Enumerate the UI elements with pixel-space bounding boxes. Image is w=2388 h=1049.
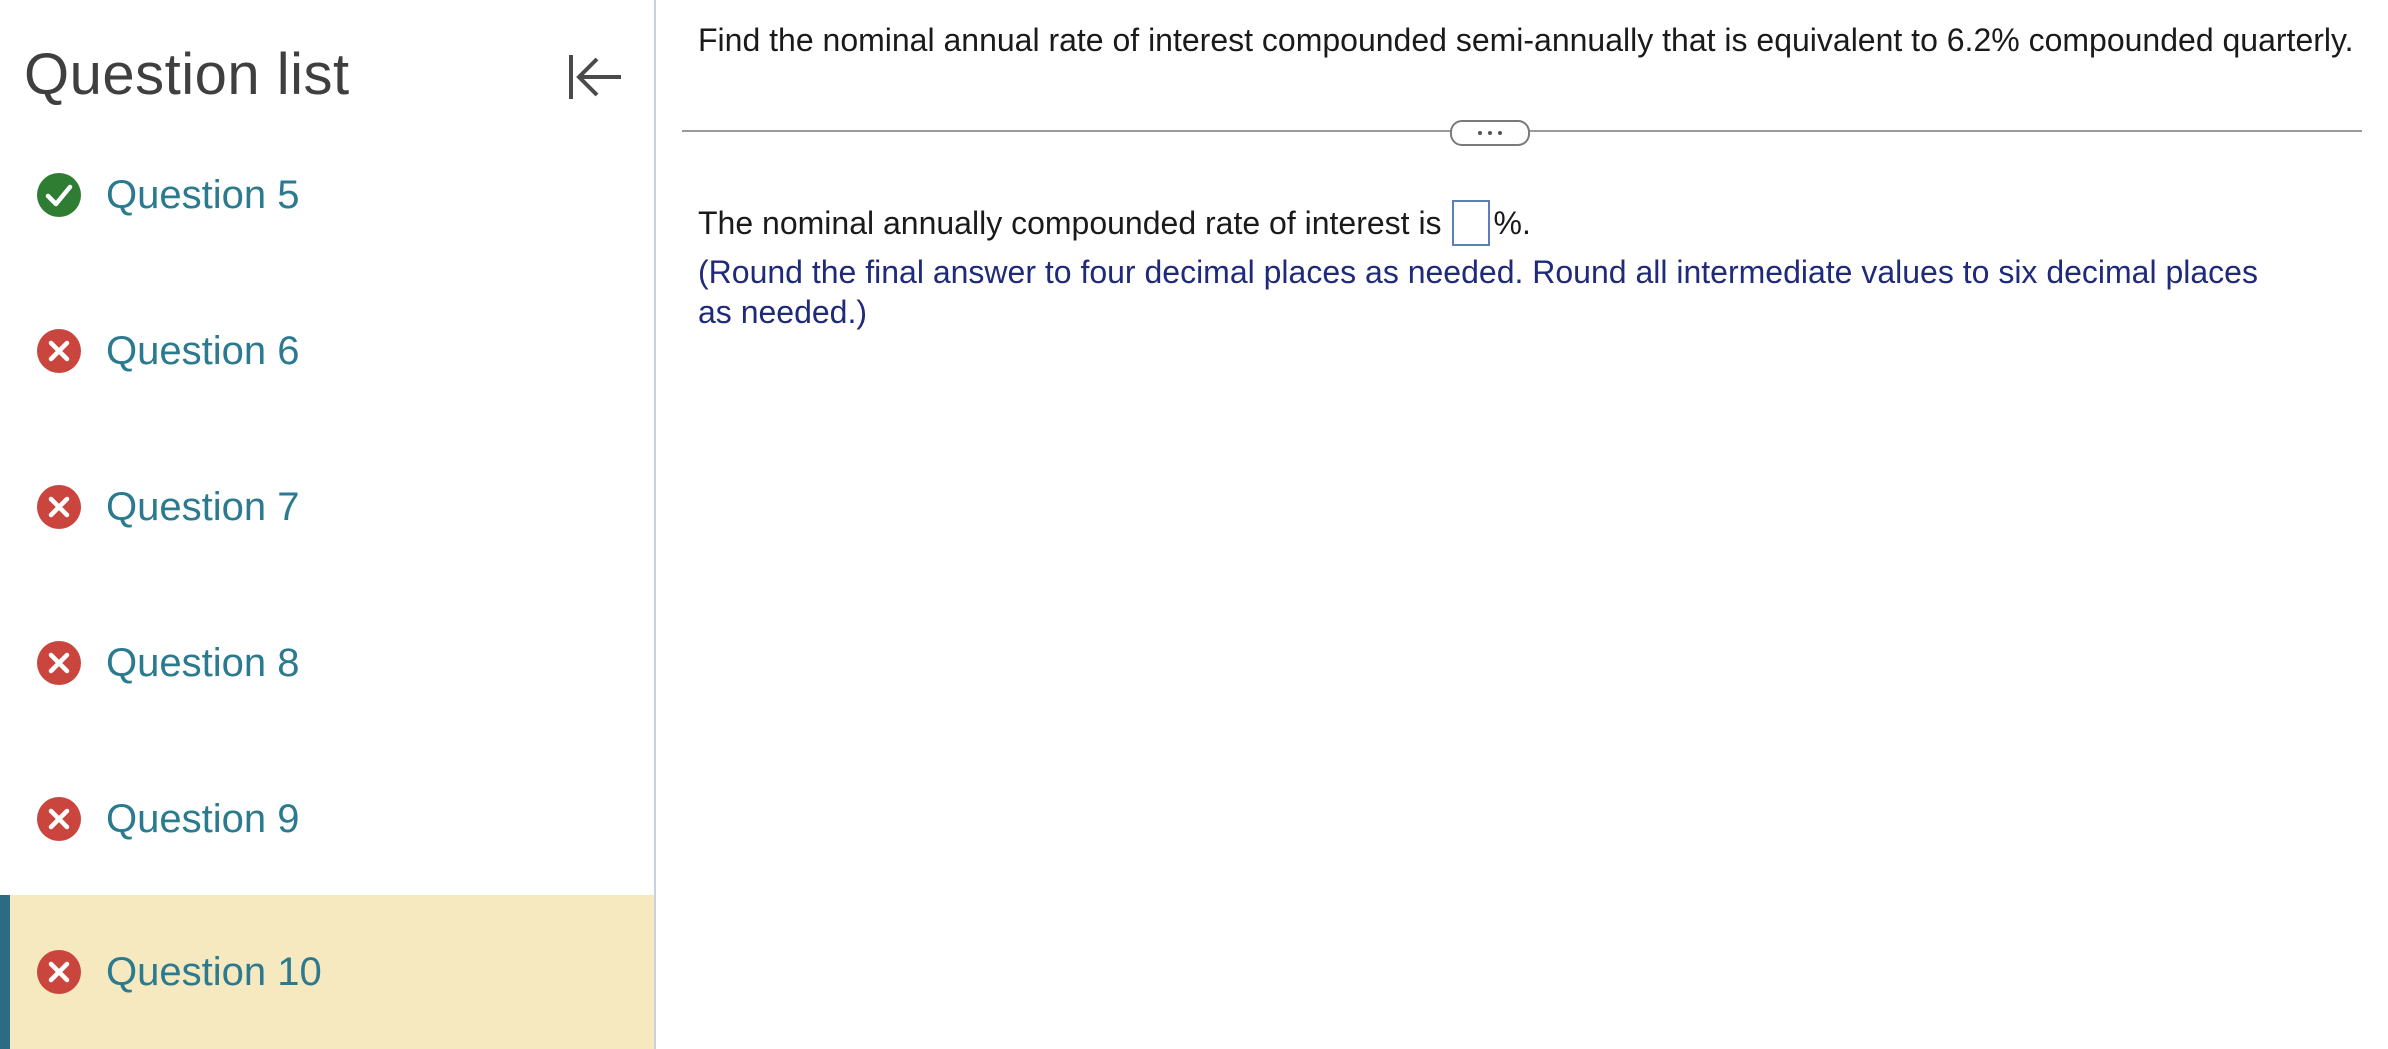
question-item-5[interactable]: Question 5 <box>0 117 654 273</box>
question-item-8[interactable]: Question 8 <box>0 585 654 741</box>
sidebar-title: Question list <box>24 42 350 107</box>
question-item-7[interactable]: Question 7 <box>0 429 654 585</box>
ellipsis-icon <box>1478 131 1502 135</box>
collapse-left-icon <box>569 55 621 99</box>
question-item-label: Question 7 <box>106 484 300 529</box>
answer-prefix: The nominal annually compounded rate of … <box>698 204 1442 241</box>
rounding-instruction: (Round the final answer to four decimal … <box>698 254 2258 330</box>
x-circle-icon <box>37 329 81 373</box>
x-circle-icon <box>37 485 81 529</box>
question-item-9[interactable]: Question 9 <box>0 741 654 897</box>
answer-suffix: %. <box>1493 204 1531 241</box>
question-item-label: Question 10 <box>106 949 322 994</box>
question-list-sidebar: Question list Question 5 Question 6 Ques… <box>0 0 656 1049</box>
question-panel: Find the nominal annual rate of interest… <box>656 0 2388 1049</box>
question-item-label: Question 8 <box>106 640 300 685</box>
question-item-label: Question 6 <box>106 328 300 373</box>
check-circle-icon <box>37 173 81 217</box>
x-circle-icon <box>37 641 81 685</box>
question-item-label: Question 9 <box>106 796 300 841</box>
answer-input[interactable] <box>1451 200 1490 246</box>
x-circle-icon <box>37 950 81 994</box>
app: Question list Question 5 Question 6 Ques… <box>0 0 2388 1049</box>
question-item-6[interactable]: Question 6 <box>0 273 654 429</box>
question-text: Find the nominal annual rate of interest… <box>698 22 2354 58</box>
question-item-10[interactable]: Question 10 <box>0 895 654 1049</box>
collapse-sidebar-button[interactable] <box>560 44 630 110</box>
answer-line: The nominal annually compounded rate of … <box>698 200 1531 246</box>
expand-more-button[interactable] <box>1450 120 1530 146</box>
x-circle-icon <box>37 797 81 841</box>
question-item-label: Question 5 <box>106 172 300 217</box>
